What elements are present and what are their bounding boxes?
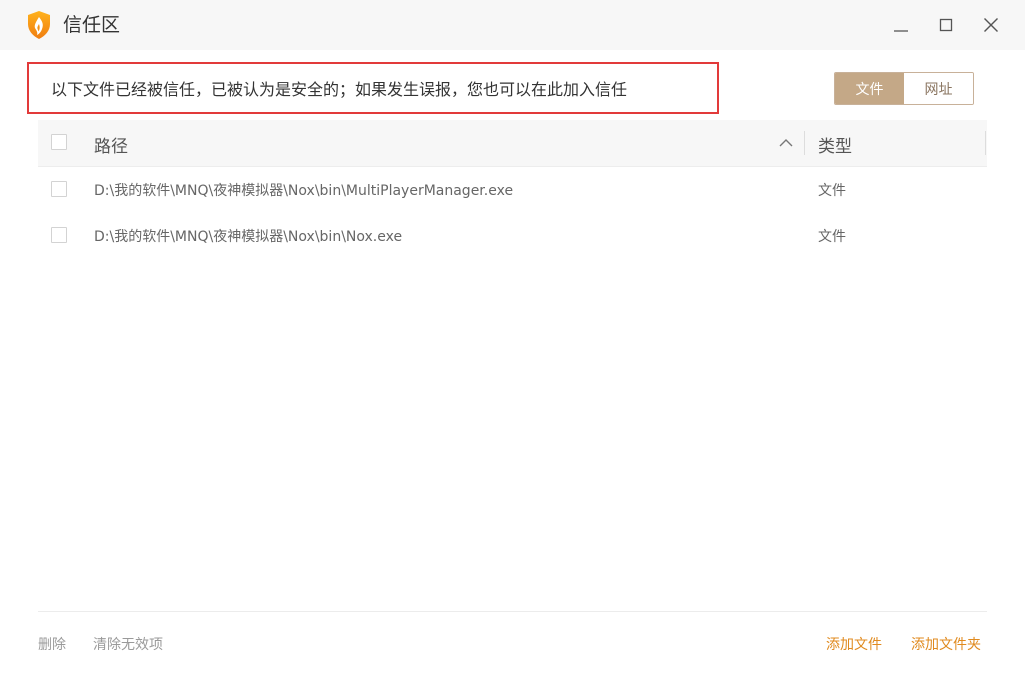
window-title: 信任区	[63, 14, 121, 36]
tab-urls[interactable]: 网址	[904, 73, 973, 104]
row-path: D:\我的软件\MNQ\夜神模拟器\Nox\bin\Nox.exe	[94, 229, 403, 245]
trusted-items-table: 路径 类型 D:\我的软件\MNQ\夜神模拟器\Nox\bin\MultiPla…	[38, 120, 987, 259]
row-checkbox[interactable]	[51, 227, 67, 243]
minimize-icon	[894, 30, 908, 32]
footer-divider	[38, 611, 987, 612]
tab-files[interactable]: 文件	[835, 73, 904, 104]
minimize-button[interactable]	[886, 10, 916, 40]
row-type: 文件	[818, 183, 846, 199]
type-switch: 文件 网址	[834, 72, 974, 105]
close-icon	[984, 18, 998, 32]
row-checkbox[interactable]	[51, 181, 67, 197]
column-divider[interactable]	[985, 131, 986, 155]
column-header-path[interactable]: 路径	[94, 132, 128, 157]
trust-notice-text: 以下文件已经被信任，已被认为是安全的；如果发生误报，您也可以在此加入信任	[51, 80, 628, 99]
delete-button[interactable]: 删除	[38, 634, 66, 654]
table-header: 路径 类型	[38, 120, 987, 167]
row-path: D:\我的软件\MNQ\夜神模拟器\Nox\bin\MultiPlayerMan…	[94, 183, 514, 199]
trust-notice: 以下文件已经被信任，已被认为是安全的；如果发生误报，您也可以在此加入信任	[27, 62, 719, 114]
column-header-type[interactable]: 类型	[818, 132, 852, 157]
clear-invalid-button[interactable]: 清除无效项	[93, 634, 163, 654]
row-type: 文件	[818, 229, 846, 245]
column-divider[interactable]	[804, 131, 805, 155]
title-bar[interactable]: 信任区	[0, 0, 1025, 50]
maximize-button[interactable]	[931, 10, 961, 40]
chevron-up-icon[interactable]	[778, 135, 794, 151]
table-row[interactable]: D:\我的软件\MNQ\夜神模拟器\Nox\bin\MultiPlayerMan…	[38, 167, 987, 213]
trust-zone-window: 信任区 以下文件已经被信任，已被认为是安全的；如果发生误报，您也可以在此加入信任…	[0, 0, 1025, 675]
select-all-checkbox[interactable]	[51, 134, 67, 150]
maximize-icon	[939, 18, 953, 32]
close-button[interactable]	[976, 10, 1006, 40]
add-folder-button[interactable]: 添加文件夹	[911, 634, 981, 654]
add-file-button[interactable]: 添加文件	[826, 634, 882, 654]
shield-flame-logo-icon	[28, 11, 50, 39]
table-row[interactable]: D:\我的软件\MNQ\夜神模拟器\Nox\bin\Nox.exe 文件	[38, 213, 987, 259]
